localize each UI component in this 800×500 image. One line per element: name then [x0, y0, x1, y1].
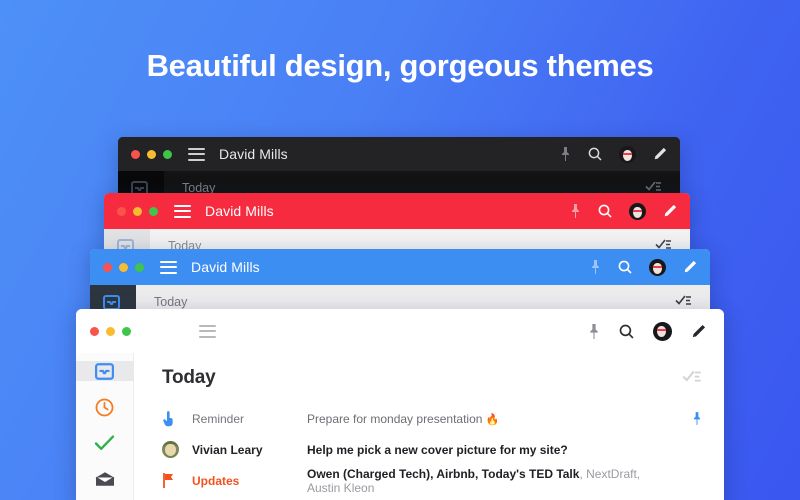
- search-icon[interactable]: [598, 204, 612, 218]
- page-title: Beautiful design, gorgeous themes: [146, 48, 654, 83]
- compose-icon[interactable]: [683, 260, 697, 274]
- list-item-subject: Help me pick a new cover picture for my …: [307, 442, 568, 457]
- avatar: [162, 441, 192, 458]
- close-light[interactable]: [90, 326, 99, 336]
- window-title: David Mills: [219, 146, 288, 162]
- close-light[interactable]: [117, 206, 126, 216]
- minimize-light[interactable]: [119, 262, 128, 272]
- section-label: Today: [154, 295, 188, 309]
- hand-pointing-icon: [162, 410, 192, 427]
- zoom-light[interactable]: [135, 262, 144, 272]
- list-item[interactable]: Reminder Prepare for monday presentation…: [162, 403, 702, 434]
- compose-icon[interactable]: [663, 204, 677, 218]
- avatar[interactable]: [653, 321, 672, 341]
- menu-icon[interactable]: [188, 147, 205, 161]
- zoom-light[interactable]: [163, 149, 172, 159]
- section-header: Today: [162, 367, 702, 389]
- window-light-theme[interactable]: Today Reminder Prepare for monday presen…: [76, 309, 724, 500]
- traffic-lights[interactable]: [117, 206, 158, 216]
- menu-icon[interactable]: [160, 260, 177, 274]
- section-label: Today: [162, 367, 216, 388]
- compose-icon[interactable]: [691, 324, 706, 339]
- search-icon[interactable]: [588, 147, 602, 161]
- titlebar-front[interactable]: [76, 309, 724, 353]
- list-item[interactable]: Updates Owen (Charged Tech), Airbnb, Tod…: [162, 465, 702, 496]
- pin-icon[interactable]: [588, 323, 600, 339]
- list-item-subject: Prepare for monday presentation 🔥: [307, 411, 500, 426]
- avatar[interactable]: [619, 145, 636, 163]
- traffic-lights[interactable]: [90, 326, 131, 336]
- sidebar-item-inbox[interactable]: [76, 361, 134, 381]
- titlebar-blue[interactable]: David Mills: [90, 249, 710, 285]
- menu-icon[interactable]: [199, 324, 216, 338]
- sidebar-item-snoozed[interactable]: [76, 397, 134, 417]
- list-item-sender: Vivian Leary: [192, 442, 263, 457]
- titlebar-dark[interactable]: David Mills: [118, 137, 680, 171]
- pin-icon[interactable]: [560, 147, 571, 161]
- avatar[interactable]: [629, 202, 646, 220]
- close-light[interactable]: [103, 262, 112, 272]
- message-list-panel: Today Reminder Prepare for monday presen…: [134, 353, 724, 500]
- traffic-lights[interactable]: [103, 262, 144, 272]
- list-item-pin[interactable]: [676, 412, 702, 425]
- search-icon[interactable]: [618, 260, 632, 274]
- toolbar-red[interactable]: [570, 202, 677, 220]
- list-item-sender: Reminder: [192, 411, 245, 426]
- zoom-light[interactable]: [122, 326, 131, 336]
- minimize-light[interactable]: [106, 326, 115, 336]
- window-title: David Mills: [191, 259, 260, 275]
- close-light[interactable]: [131, 149, 140, 159]
- traffic-lights[interactable]: [131, 149, 172, 159]
- list-item[interactable]: Vivian Leary Help me pick a new cover pi…: [162, 434, 702, 465]
- pin-icon[interactable]: [590, 260, 601, 274]
- avatar[interactable]: [649, 258, 666, 276]
- window-title: David Mills: [205, 203, 274, 219]
- compose-icon[interactable]: [653, 147, 667, 161]
- toolbar-blue[interactable]: [590, 258, 697, 276]
- sidebar-item-done[interactable]: [76, 433, 134, 453]
- zoom-light[interactable]: [149, 206, 158, 216]
- minimize-light[interactable]: [147, 149, 156, 159]
- fire-emoji: 🔥: [485, 413, 500, 426]
- front-window-body: Today Reminder Prepare for monday presen…: [76, 353, 724, 500]
- menu-icon[interactable]: [174, 204, 191, 218]
- sidebar[interactable]: [76, 353, 134, 500]
- toolbar-dark[interactable]: [560, 145, 667, 163]
- search-icon[interactable]: [619, 324, 634, 339]
- list-item-subject: Owen (Charged Tech), Airbnb, Today's TED…: [307, 466, 641, 495]
- list-item-sender: Updates: [192, 473, 240, 488]
- check-all-icon[interactable]: [682, 369, 702, 388]
- titlebar-red[interactable]: David Mills: [104, 193, 690, 229]
- flag-icon: [162, 473, 192, 488]
- sidebar-item-mail[interactable]: [76, 469, 134, 489]
- minimize-light[interactable]: [133, 206, 142, 216]
- toolbar-front[interactable]: [588, 321, 706, 341]
- pin-icon[interactable]: [570, 204, 581, 218]
